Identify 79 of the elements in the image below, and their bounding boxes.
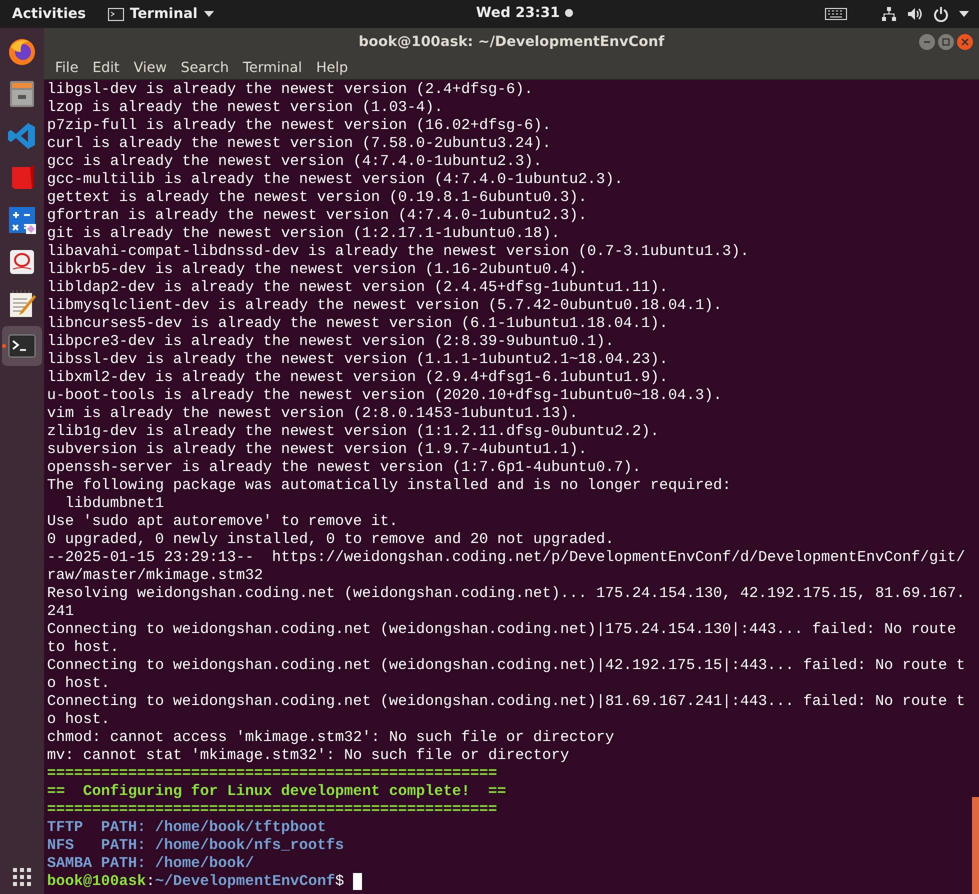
terminal-line: openssh-server is already the newest version (1:7.6p1-4ubuntu0.7). xyxy=(47,459,642,477)
code-editor-icon xyxy=(7,121,37,151)
terminal-line: Connecting to weidongshan.coding.net (weidongshan.coding.net)|42.192.175.15|:443... failed: No route t xyxy=(47,657,966,675)
file-cabinet-icon xyxy=(7,79,37,109)
terminal-line: subversion is already the newest version (1.9.7-4ubuntu1.1). xyxy=(47,441,588,459)
terminal-line: mv: cannot stat 'mkimage.stm32': No such file or directory xyxy=(47,747,570,765)
text-cursor xyxy=(353,873,362,890)
shell-prompt: book@100ask:~/DevelopmentEnvConf$ xyxy=(47,873,344,891)
terminal-line: curl is already the newest version (7.58.0-2ubuntu3.24). xyxy=(47,135,552,153)
menu-item[interactable]: Search xyxy=(174,56,236,78)
menu-item[interactable]: File xyxy=(48,56,86,78)
terminal-line: libpcre3-dev is already the newest version (2:8.39-9ubuntu0.1). xyxy=(47,333,616,351)
close-button[interactable] xyxy=(957,34,973,50)
terminal-line: libldap2-dev is already the newest version (2.4.45+dfsg-1ubuntu1.11). xyxy=(47,279,670,297)
caret-icon xyxy=(204,11,214,17)
minimize-button[interactable] xyxy=(919,34,935,50)
terminal-line: Resolving weidongshan.coding.net (weidongshan.coding.net)... 175.24.154.130, 42.192.175.15, 81.69.167. xyxy=(47,585,966,603)
window-title: book@100ask: ~/DevelopmentEnvConf xyxy=(358,34,664,50)
terminal-line: libgsl-dev is already the newest version (2.4+dfsg-6). xyxy=(47,81,534,99)
terminal-line: o host. xyxy=(47,675,112,693)
terminal-line: to host. xyxy=(47,639,120,657)
terminal-line: libncurses5-dev is already the newest version (6.1-1ubuntu1.18.04.1). xyxy=(47,315,670,333)
notification-dot-icon xyxy=(564,9,573,17)
terminal-line: 0 upgraded, 0 newly installed, 0 to remove and 20 not upgraded. xyxy=(47,531,616,549)
power-icon[interactable] xyxy=(933,6,949,22)
clock-button[interactable]: Wed 23:31 xyxy=(476,5,573,21)
terminal-line: libkrb5-dev is already the newest version (1.16-2ubuntu0.4). xyxy=(47,261,588,279)
terminal-line: TFTP PATH: /home/book/tftpboot xyxy=(47,819,328,837)
network-icon[interactable] xyxy=(881,6,897,22)
menu-item[interactable]: Edit xyxy=(85,56,127,78)
terminal-line: Connecting to weidongshan.coding.net (weidongshan.coding.net)|81.69.167.241|:443... failed: No route t xyxy=(47,693,966,711)
notepad-icon xyxy=(7,289,37,319)
dock-item[interactable] xyxy=(2,326,42,366)
app-menu[interactable]: Terminal xyxy=(108,6,214,22)
menu-item[interactable]: View xyxy=(126,56,174,78)
running-indicator xyxy=(2,344,6,348)
terminal-line: libssl-dev is already the newest version (1.1.1-1ubuntu2.1~18.04.23). xyxy=(47,351,670,369)
keyboard-icon[interactable] xyxy=(825,8,847,20)
terminal-line: git is already the newest version (1:2.17.1-1ubuntu0.18). xyxy=(47,225,562,243)
terminal-line: gfortran is already the newest version (4:7.4.0-1ubuntu2.3). xyxy=(47,207,588,225)
menu-item[interactable]: Terminal xyxy=(236,56,310,78)
scrollbar[interactable] xyxy=(972,797,979,894)
terminal-line: o host. xyxy=(47,711,112,729)
terminal-line: NFS PATH: /home/book/nfs_rootfs xyxy=(47,837,346,855)
terminal-line: vim is already the newest version (2:8.0.1453-1ubuntu1.13). xyxy=(47,405,580,423)
terminal-line: Use 'sudo apt autoremove' to remove it. xyxy=(47,513,400,531)
calculator-icon xyxy=(7,205,37,235)
volume-icon[interactable] xyxy=(907,7,923,21)
terminal-line: ================================================== xyxy=(47,801,498,819)
close-icon xyxy=(961,38,969,46)
terminal-line: libxml2-dev is already the newest version (2.9.4+dfsg1-6.1ubuntu1.9). xyxy=(47,369,670,387)
terminal-icon xyxy=(108,8,124,20)
caret-icon[interactable] xyxy=(959,11,969,17)
terminal-line: raw/master/mkimage.stm32 xyxy=(47,567,264,585)
terminal-line: libmysqlclient-dev is already the newest version (5.7.42-0ubuntu0.18.04.1). xyxy=(47,297,724,315)
terminal-line: == Configuring for Linux development complete! == xyxy=(47,783,508,801)
terminal-line: --2025-01-15 23:29:13-- https://weidongshan.coding.net/p/DevelopmentEnvConf/d/DevelopmentEnvConf/git/ xyxy=(47,549,966,567)
terminal-line: zlib1g-dev is already the newest version (1:1.2.11.dfsg-0ubuntu2.2). xyxy=(47,423,660,441)
terminal-line: gcc is already the newest version (4:7.4.0-1ubuntu2.3). xyxy=(47,153,544,171)
terminal-line: p7zip-full is already the newest version (16.02+dfsg-6). xyxy=(47,117,552,135)
terminal-line: gcc-multilib is already the newest version (4:7.4.0-1ubuntu2.3). xyxy=(47,171,624,189)
terminal-line: ================================================== xyxy=(47,765,498,783)
terminal-line: gettext is already the newest version (0.19.8.1-6ubuntu0.3). xyxy=(47,189,588,207)
app-grid-icon[interactable] xyxy=(13,868,31,886)
terminal-line: lzop is already the newest version (1.03-4). xyxy=(47,99,444,117)
terminal-line: 241 xyxy=(47,603,76,621)
terminal-line: u-boot-tools is already the newest version (2020.10+dfsg-1ubuntu0~18.04.3). xyxy=(47,387,724,405)
terminal-line: chmod: cannot access 'mkimage.stm32': No such file or directory xyxy=(47,729,616,747)
terminal-line: The following package was automatically installed and is no longer required: xyxy=(47,477,732,495)
terminal-line: libdumbnet1 xyxy=(64,495,166,513)
terminal-line: libavahi-compat-libdnssd-dev is already the newest version (0.7-3.1ubuntu1.3). xyxy=(47,243,750,261)
terminal-line: Connecting to weidongshan.coding.net (weidongshan.coding.net)|175.24.154.130|:443... failed: No route xyxy=(47,621,958,639)
document-reader-icon xyxy=(7,247,37,277)
maximize-icon xyxy=(942,38,950,46)
activities-button[interactable]: Activities xyxy=(12,6,86,22)
firefox-icon xyxy=(7,37,37,67)
maximize-button[interactable] xyxy=(938,34,954,50)
menu-item[interactable]: Help xyxy=(309,56,355,78)
terminal-line: SAMBA PATH: /home/book/ xyxy=(47,855,256,873)
